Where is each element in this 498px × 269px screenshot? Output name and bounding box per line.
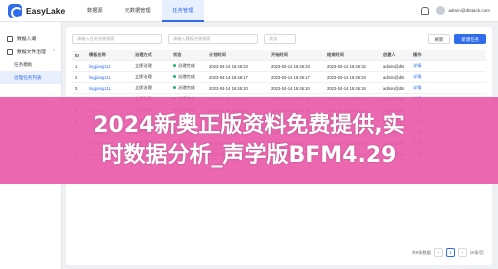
refresh-button[interactable]: 刷新: [427, 34, 451, 44]
top-navigation-bar: EasyLake 数据源 元数据管理 任务管理 admin@dtstack.co…: [0, 0, 498, 22]
status-select[interactable]: 状态: [264, 34, 296, 44]
start-time-cell: 2023-04-14 16:45:10: [271, 85, 310, 91]
status-text: 治理完成: [178, 63, 195, 68]
top-tabs: 数据源 元数据管理 任务管理: [76, 0, 205, 22]
sidebar-subitem-task-list[interactable]: 治理任务列表: [0, 71, 61, 84]
plan-time-cell: 2023-04-14 16:46:17: [209, 74, 248, 80]
id-cell: 2: [75, 74, 78, 80]
bell-icon[interactable]: [420, 6, 430, 15]
status-dot-icon: [173, 64, 176, 68]
chevron-up-icon: ⌃: [51, 48, 56, 55]
status-cell: 治理完成: [170, 85, 206, 91]
banner-line-1: 2024新奥正版资料免费提供,实: [93, 112, 405, 138]
sidebar-item-data-ingest[interactable]: 数据入湖: [0, 32, 61, 45]
table-row: 2 lingjiang111 立即治理 治理完成 2023-04-14 16:46:17…: [72, 72, 486, 83]
id-cell: 1: [75, 63, 78, 69]
plan-time-cell: 2023-04-14 16:46:23: [209, 63, 248, 69]
logo-icon: [8, 3, 23, 19]
table-row: 3 lingjiang111 立即治理 治理完成 2023-04-14 16:45:10…: [72, 83, 486, 94]
banner-line-2: 时数据分析_声学版BFM4.29: [101, 142, 397, 168]
id-cell: 3: [75, 85, 78, 91]
new-task-button[interactable]: 新建任务: [454, 34, 486, 44]
detail-link[interactable]: 详情: [410, 85, 430, 91]
status-dot-icon: [173, 75, 176, 79]
detail-link[interactable]: 详情: [410, 63, 430, 69]
method-cell: 立即治理: [135, 74, 152, 79]
user-email[interactable]: admin@dtstack.com: [448, 8, 490, 13]
page-size-select[interactable]: 10条/页: [470, 250, 484, 256]
filter-bar: 请输入任务名称搜索 请输入模板名称搜索 状态: [72, 34, 296, 44]
task-name-search-input[interactable]: 请输入任务名称搜索: [72, 34, 162, 44]
column-header: 模板名称: [89, 52, 106, 57]
status-text: 治理完成: [178, 74, 195, 79]
end-time-cell: 2023-04-14 16:46:23: [327, 74, 366, 80]
app-name: EasyLake: [26, 5, 66, 16]
plan-time-cell: 2023-04-14 16:45:10: [209, 85, 248, 91]
table-row: 1 lingjiang111 立即治理 治理完成 2023-04-14 16:46:23…: [72, 61, 486, 72]
column-header: 治理方式: [135, 52, 152, 57]
tab-datasource[interactable]: 数据源: [76, 0, 114, 22]
start-time-cell: 2023-04-14 16:46:23: [271, 63, 310, 69]
creator-cell: admin@dts: [383, 85, 405, 91]
avatar[interactable]: [436, 6, 446, 15]
method-cell: 立即治理: [135, 63, 152, 68]
sidebar-item-label: 数据入湖: [17, 37, 37, 42]
table-header-row: ID 模板名称 治理方式 状态 计划时间 开始时间 结束时间 创建人 操作: [72, 50, 486, 61]
pagination-total: 共9条数据: [411, 249, 431, 255]
governance-icon: [7, 48, 13, 55]
column-header: 状态: [173, 52, 182, 57]
next-page-button[interactable]: ›: [457, 248, 467, 257]
sidebar-item-file-governance[interactable]: 数据文件治理 ⌃: [0, 45, 61, 58]
tab-metadata[interactable]: 元数据管理: [114, 0, 162, 22]
app-logo[interactable]: EasyLake: [8, 3, 76, 19]
template-search-input[interactable]: 请输入模板名称搜索: [168, 34, 258, 44]
status-cell: 治理完成: [170, 63, 206, 69]
column-header: ID: [75, 52, 80, 58]
column-header: 开始时间: [271, 52, 288, 57]
template-name-link[interactable]: lingjiang111: [86, 86, 132, 91]
status-text: 治理完成: [178, 85, 195, 90]
column-header: 结束时间: [327, 52, 344, 57]
promo-overlay-banner: 2024新奥正版资料免费提供,实 时数据分析_声学版BFM4.29: [0, 97, 498, 184]
template-name-link[interactable]: lingjiang111: [86, 75, 132, 80]
sidebar-item-label: 数据文件治理: [17, 50, 46, 55]
column-header: 创建人: [383, 52, 396, 57]
detail-link[interactable]: 详情: [410, 74, 430, 80]
page-number-button[interactable]: 1: [445, 248, 455, 257]
column-header: 计划时间: [209, 52, 226, 57]
pagination: 共9条数据 ‹ 1 › 10条/页: [412, 248, 484, 257]
prev-page-button[interactable]: ‹: [433, 248, 443, 257]
start-time-cell: 2023-04-14 16:46:17: [271, 74, 310, 80]
user-area: admin@dtstack.com: [420, 6, 490, 15]
sidebar-subitem-templates[interactable]: 任务模板: [0, 58, 61, 71]
ingest-icon: [7, 35, 13, 42]
status-cell: 治理完成: [170, 74, 206, 80]
creator-cell: admin@dts: [383, 63, 405, 69]
creator-cell: admin@dts: [383, 74, 405, 80]
status-dot-icon: [173, 86, 176, 90]
method-cell: 立即治理: [135, 85, 152, 90]
toolbar: 刷新 新建任务: [427, 34, 486, 44]
column-header: 操作: [413, 52, 422, 57]
tab-task-management[interactable]: 任务管理: [161, 0, 205, 22]
end-time-cell: 2023-04-14 16:45:18: [327, 85, 366, 91]
template-name-link[interactable]: lingjiang111: [86, 64, 132, 69]
end-time-cell: 2023-04-14 16:46:32: [327, 63, 366, 69]
